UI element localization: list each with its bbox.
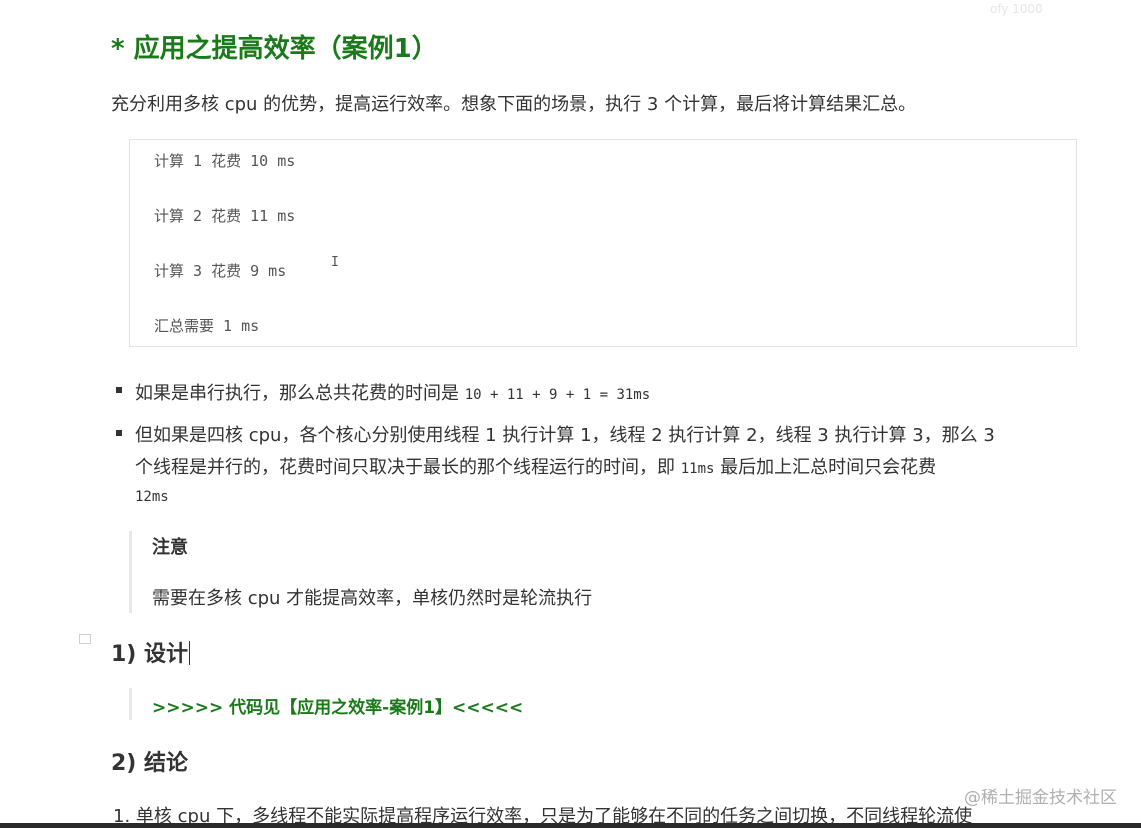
section-heading-design[interactable]: 1) 设计 — [111, 636, 191, 668]
inline-code: 11ms — [680, 461, 715, 477]
document-page: ofy 1000 * 应用之提高效率（案例1） 充分利用多核 cpu 的优势，提… — [0, 0, 1141, 828]
inline-code: 10 + 11 + 9 + 1 = 31ms — [464, 387, 651, 403]
list-item-text: 如果是串行执行，那么总共花费的时间是 — [135, 383, 465, 404]
code-line: 汇总需要 1 ms — [154, 317, 260, 335]
bullet-marker — [116, 387, 122, 393]
section-heading-conclusion: 2) 结论 — [111, 751, 189, 776]
list-item-text: 个线程是并行的，花费时间只取决于最长的那个线程运行的时间，即 — [135, 457, 681, 478]
list-item: 如果是串行执行，那么总共花费的时间是 10 + 11 + 9 + 1 = 31m… — [135, 379, 650, 405]
page-title: * 应用之提高效率（案例1） — [111, 34, 438, 64]
note-body: 需要在多核 cpu 才能提高效率，单核仍然时是轮流执行 — [152, 588, 593, 609]
code-line: 计算 3 花费 9 ms — [154, 262, 287, 280]
watermark: @稀土掘金技术社区 — [964, 788, 1117, 808]
paragraph-handle-icon[interactable] — [79, 634, 91, 644]
list-item: 但如果是四核 cpu，各个核心分别使用线程 1 执行计算 1，线程 2 执行计算… — [135, 421, 995, 447]
ibeam-cursor-icon: I — [331, 255, 339, 270]
code-reference-link[interactable]: >>>>> 代码见【应用之效率-案例1】<<<<< — [152, 693, 523, 718]
bottom-edge-bar — [0, 823, 1141, 828]
text-caret — [189, 641, 191, 665]
list-item-continuation: 个线程是并行的，花费时间只取决于最长的那个线程运行的时间，即 11ms 最后加上… — [135, 453, 936, 479]
blockquote-bar — [129, 531, 132, 613]
note-title: 注意 — [152, 537, 188, 558]
list-item-continuation: 12ms — [135, 485, 169, 506]
blockquote-bar — [129, 688, 132, 720]
list-item-text: 最后加上汇总时间只会花费 — [714, 457, 937, 478]
inline-code: 12ms — [135, 489, 169, 505]
faint-header-text: ofy 1000 — [990, 2, 1043, 16]
intro-paragraph: 充分利用多核 cpu 的优势，提高运行效率。想象下面的场景，执行 3 个计算，最… — [111, 94, 917, 115]
code-line: 计算 1 花费 10 ms — [154, 152, 296, 170]
bullet-marker — [116, 430, 122, 436]
code-block[interactable]: 计算 1 花费 10 ms 计算 2 花费 11 ms 计算 3 花费 9 ms… — [129, 139, 1077, 347]
code-line: 计算 2 花费 11 ms — [154, 207, 296, 225]
list-item-text: 但如果是四核 cpu，各个核心分别使用线程 1 执行计算 1，线程 2 执行计算… — [135, 425, 995, 446]
